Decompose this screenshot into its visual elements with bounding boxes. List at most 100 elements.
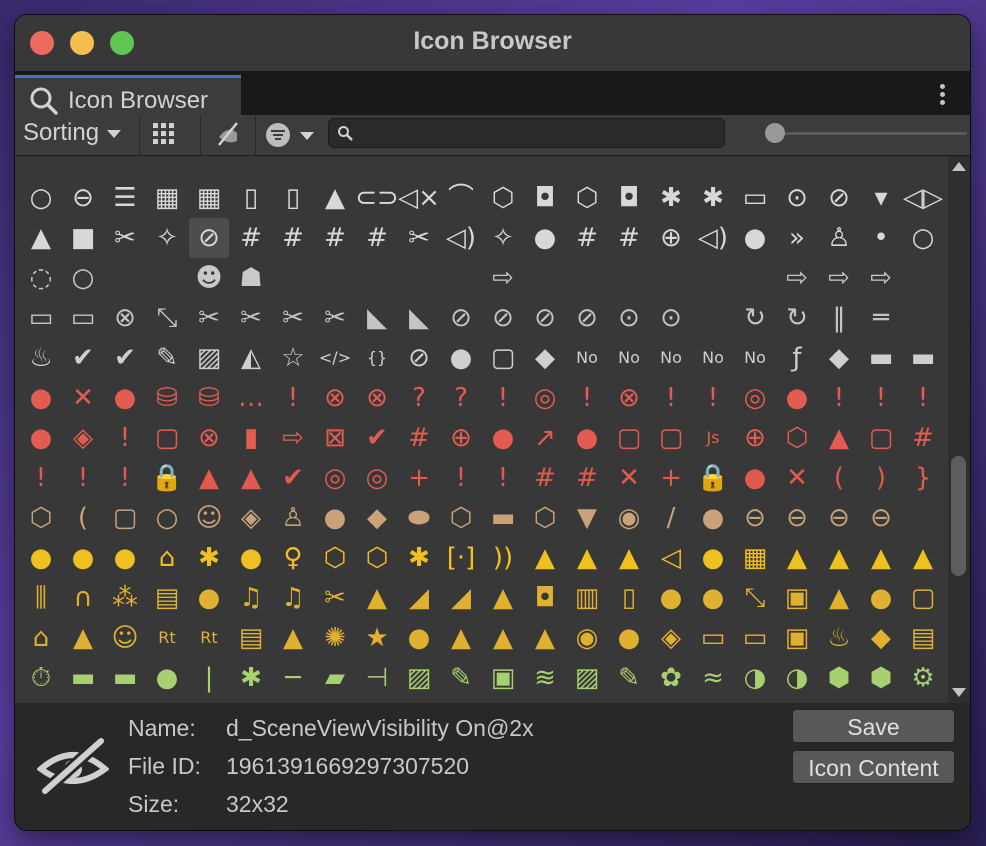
- icon-cell[interactable]: ✕: [63, 378, 103, 418]
- icon-cell[interactable]: !: [651, 378, 691, 418]
- icon-cell[interactable]: [735, 258, 775, 298]
- icon-cell[interactable]: [441, 258, 481, 298]
- icon-cell[interactable]: [357, 258, 397, 298]
- icon-cell[interactable]: ▬: [63, 658, 103, 698]
- icon-cell[interactable]: ▭: [693, 618, 733, 658]
- icon-cell[interactable]: ⬢: [819, 658, 859, 698]
- icon-cell[interactable]: ☺: [105, 618, 145, 658]
- icon-cell[interactable]: ⊕: [651, 218, 691, 258]
- icon-cell[interactable]: ◎: [357, 458, 397, 498]
- icon-cell[interactable]: ▯: [231, 178, 271, 218]
- icon-cell[interactable]: ⚙: [903, 658, 943, 698]
- icon-cell[interactable]: ⌂: [21, 618, 61, 658]
- icon-cell[interactable]: ▲: [819, 578, 859, 618]
- icon-cell[interactable]: ⊕: [441, 418, 481, 458]
- icon-cell[interactable]: [609, 258, 649, 298]
- icon-cell[interactable]: ⊖: [777, 498, 817, 538]
- icon-cell[interactable]: ●: [105, 538, 145, 578]
- icon-cell[interactable]: ⛁: [147, 378, 187, 418]
- icon-cell[interactable]: ▲: [861, 538, 901, 578]
- icon-cell[interactable]: #: [567, 218, 607, 258]
- filter-dropdown[interactable]: [265, 121, 315, 154]
- icon-cell[interactable]: ●: [105, 378, 145, 418]
- icon-cell[interactable]: ●: [525, 218, 565, 258]
- icon-cell[interactable]: No: [651, 338, 691, 378]
- icon-cell[interactable]: #: [903, 418, 943, 458]
- icon-cell[interactable]: +: [399, 458, 439, 498]
- icon-cell[interactable]: ⊗: [609, 378, 649, 418]
- icon-grid[interactable]: ○ ⊖ ☰ ▦ ▦ ▯ ▯ ▲ ⊂⊃ ◁× ⌒ ⬡ ◘ ⬡ ◘ ✱ ✱ ▭ ⊙ ⊘ ▾ ◁▷ ▲ ■ ✂ ✧ ⊘ # # # # ✂ ◁) ✧ ● #…: [15, 156, 948, 703]
- icon-cell[interactable]: ═: [861, 298, 901, 338]
- icon-cell[interactable]: ◎: [525, 378, 565, 418]
- icon-cell[interactable]: ✕: [609, 458, 649, 498]
- icon-cell[interactable]: ▲: [483, 618, 523, 658]
- icon-cell[interactable]: ●: [21, 378, 61, 418]
- icon-cell[interactable]: ): [861, 458, 901, 498]
- icon-cell[interactable]: ▲: [357, 578, 397, 618]
- icon-cell[interactable]: ⬡: [21, 498, 61, 538]
- icon-cell[interactable]: ▦: [147, 178, 187, 218]
- icon-cell[interactable]: ▣: [483, 658, 523, 698]
- icon-content-button[interactable]: Icon Content: [792, 750, 955, 784]
- icon-cell[interactable]: ▢: [609, 418, 649, 458]
- icon-cell[interactable]: ◘: [525, 178, 565, 218]
- icon-cell[interactable]: ▬: [105, 658, 145, 698]
- icon-cell[interactable]: ▭: [63, 298, 103, 338]
- sorting-dropdown[interactable]: Sorting: [23, 119, 122, 147]
- icon-cell[interactable]: ⬡: [567, 178, 607, 218]
- icon-cell[interactable]: ▲: [777, 538, 817, 578]
- icon-cell[interactable]: ⇨: [777, 258, 817, 298]
- icon-cell[interactable]: ◁▷: [903, 178, 943, 218]
- icon-cell[interactable]: ◉: [609, 498, 649, 538]
- icon-cell[interactable]: ▲: [189, 458, 229, 498]
- icon-cell[interactable]: ♫: [231, 578, 271, 618]
- icon-cell[interactable]: 🔒: [693, 458, 733, 498]
- icon-cell[interactable]: ⌒: [441, 178, 481, 218]
- icon-cell[interactable]: !: [903, 378, 943, 418]
- icon-cell[interactable]: ▤: [903, 618, 943, 658]
- scroll-down-arrow-icon[interactable]: [952, 688, 966, 697]
- icon-cell[interactable]: ⊘: [189, 218, 229, 258]
- icon-cell[interactable]: ✿: [651, 658, 691, 698]
- icon-cell[interactable]: ●: [735, 218, 775, 258]
- icon-cell[interactable]: ◢: [441, 578, 481, 618]
- icon-cell[interactable]: ●: [693, 538, 733, 578]
- icon-cell[interactable]: ⬡: [441, 498, 481, 538]
- icon-cell[interactable]: ⊖: [63, 178, 103, 218]
- icon-cell[interactable]: ▢: [147, 418, 187, 458]
- icon-cell[interactable]: ✱: [189, 538, 229, 578]
- icon-cell[interactable]: ?: [441, 378, 481, 418]
- icon-cell[interactable]: ⊕: [735, 418, 775, 458]
- icon-cell[interactable]: (: [63, 498, 103, 538]
- icon-cell[interactable]: ♀: [273, 538, 313, 578]
- icon-cell[interactable]: ─: [273, 658, 313, 698]
- icon-cell[interactable]: ●: [315, 498, 355, 538]
- icon-cell[interactable]: !: [483, 458, 523, 498]
- icon-cell[interactable]: #: [567, 458, 607, 498]
- icon-cell[interactable]: ⫼: [21, 578, 61, 618]
- icon-cell[interactable]: ▢: [651, 418, 691, 458]
- icon-cell[interactable]: ▲: [525, 618, 565, 658]
- icon-cell[interactable]: #: [609, 218, 649, 258]
- icon-cell[interactable]: ⇨: [861, 258, 901, 298]
- icon-cell[interactable]: ☺: [189, 498, 229, 538]
- icon-cell[interactable]: ✱: [399, 538, 439, 578]
- icon-cell[interactable]: Rt: [147, 618, 187, 658]
- icon-cell[interactable]: ↻: [735, 298, 775, 338]
- zoom-slider-track[interactable]: [775, 132, 967, 135]
- icon-cell[interactable]: No: [567, 338, 607, 378]
- icon-cell[interactable]: ◁×: [398, 178, 440, 218]
- icon-cell[interactable]: ●: [21, 418, 61, 458]
- icon-cell[interactable]: ⛁: [189, 378, 229, 418]
- icon-cell[interactable]: ▦: [189, 178, 229, 218]
- icon-cell[interactable]: !: [861, 378, 901, 418]
- icon-cell[interactable]: ●: [735, 458, 775, 498]
- icon-cell[interactable]: ⤡: [735, 578, 775, 618]
- icon-cell[interactable]: ⊘: [819, 178, 859, 218]
- save-button[interactable]: Save: [792, 709, 955, 743]
- icon-cell[interactable]: !: [21, 458, 61, 498]
- icon-cell[interactable]: /: [651, 498, 691, 538]
- icon-cell[interactable]: ✂: [231, 298, 271, 338]
- icon-cell[interactable]: !: [105, 458, 145, 498]
- icon-cell[interactable]: ⤡: [147, 298, 187, 338]
